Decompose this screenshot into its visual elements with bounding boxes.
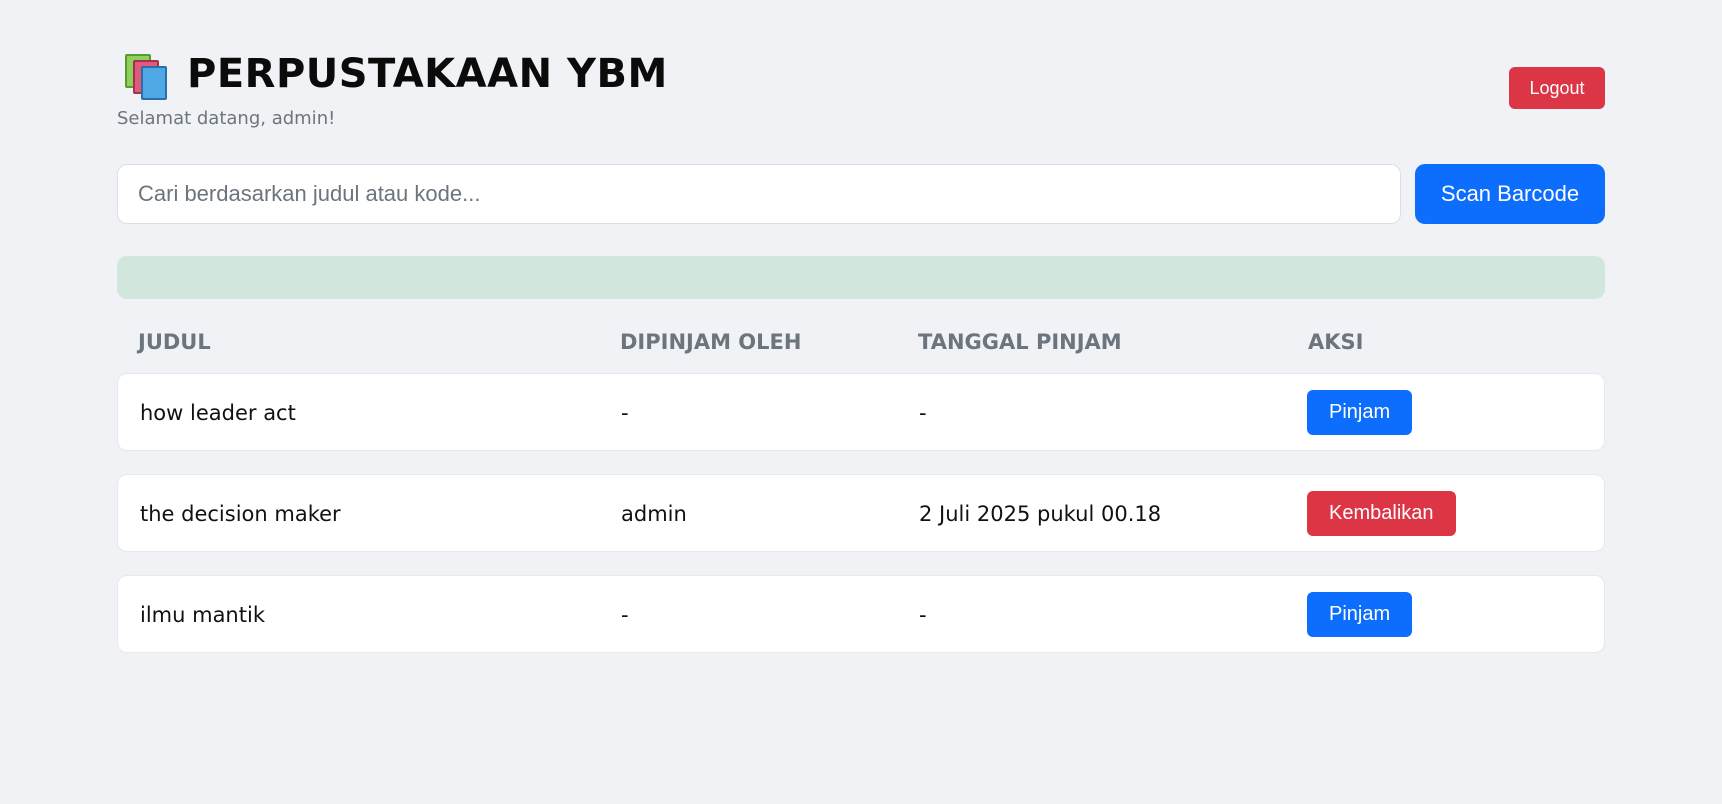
title-row: PERPUSTAKAAN YBM bbox=[123, 50, 668, 100]
table-header: JUDUL DIPINJAM OLEH TANGGAL PINJAM AKSI bbox=[117, 330, 1605, 364]
scan-barcode-button[interactable]: Scan Barcode bbox=[1415, 164, 1605, 224]
cell-tanggal-pinjam: - bbox=[919, 401, 927, 425]
cell-dipinjam-oleh: admin bbox=[621, 502, 687, 526]
header-judul: JUDUL bbox=[138, 330, 211, 354]
logout-button[interactable]: Logout bbox=[1509, 67, 1605, 109]
cell-aksi: Pinjam bbox=[1307, 592, 1413, 637]
pinjam-button[interactable]: Pinjam bbox=[1307, 592, 1413, 637]
page-title: PERPUSTAKAAN YBM bbox=[187, 51, 668, 97]
cell-dipinjam-oleh: - bbox=[621, 401, 629, 425]
search-row: Scan Barcode bbox=[117, 164, 1605, 224]
cell-aksi: Pinjam bbox=[1307, 390, 1413, 435]
status-alert bbox=[117, 256, 1605, 299]
header: PERPUSTAKAAN YBM Selamat datang, admin! … bbox=[117, 0, 1605, 150]
cell-tanggal-pinjam: 2 Juli 2025 pukul 00.18 bbox=[919, 502, 1162, 526]
kembalikan-button[interactable]: Kembalikan bbox=[1307, 491, 1456, 536]
header-dipinjam-oleh: DIPINJAM OLEH bbox=[620, 330, 802, 354]
cell-dipinjam-oleh: - bbox=[621, 603, 629, 627]
header-aksi: AKSI bbox=[1308, 330, 1364, 354]
cell-judul: ilmu mantik bbox=[140, 603, 265, 627]
table-row: how leader act - - Pinjam bbox=[117, 373, 1605, 451]
main-container: PERPUSTAKAAN YBM Selamat datang, admin! … bbox=[117, 0, 1605, 653]
cell-tanggal-pinjam: - bbox=[919, 603, 927, 627]
table-row: the decision maker admin 2 Juli 2025 puk… bbox=[117, 474, 1605, 552]
header-tanggal-pinjam: TANGGAL PINJAM bbox=[918, 330, 1122, 354]
table-row: ilmu mantik - - Pinjam bbox=[117, 575, 1605, 653]
cell-aksi: Kembalikan bbox=[1307, 491, 1456, 536]
cell-judul: how leader act bbox=[140, 401, 296, 425]
books-icon bbox=[123, 50, 171, 100]
welcome-text: Selamat datang, admin! bbox=[117, 108, 336, 129]
search-input[interactable] bbox=[117, 164, 1401, 224]
cell-judul: the decision maker bbox=[140, 502, 341, 526]
pinjam-button[interactable]: Pinjam bbox=[1307, 390, 1413, 435]
